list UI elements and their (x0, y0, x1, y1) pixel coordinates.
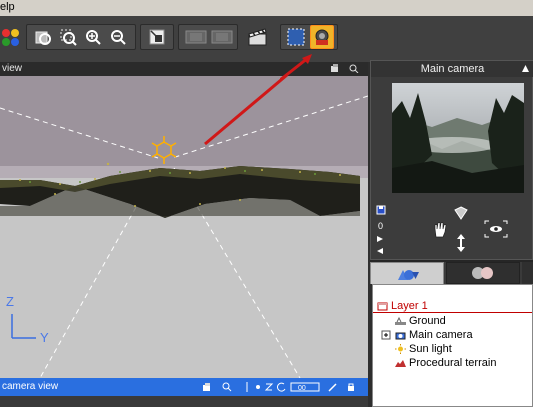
eye-icon[interactable] (484, 220, 508, 238)
viewport-footer: camera view 00 (0, 378, 368, 396)
object-view-icon[interactable] (32, 26, 54, 48)
view-counter: 0 (378, 221, 384, 231)
app-window: elp view Z Y camera view 00 Main camera … (0, 0, 533, 407)
layers-panel: Layer 1 Ground Main camera Sun light Pro… (372, 284, 533, 407)
object-tabs (370, 262, 533, 284)
3d-viewport[interactable]: Z Y (0, 76, 368, 378)
ground-icon (395, 316, 406, 325)
axis-y-label: Y (40, 330, 49, 345)
layer-root-label: Layer 1 (391, 300, 428, 312)
collapse-up-icon[interactable] (521, 64, 530, 73)
save-view-icon[interactable] (376, 205, 386, 215)
film-strip-alt-icon[interactable] (210, 26, 234, 48)
terrain-icon (395, 360, 406, 367)
status-strip (0, 396, 368, 407)
next-view-icon[interactable] (376, 235, 384, 243)
axis-z-label: Z (6, 294, 14, 309)
tab-extra[interactable] (522, 262, 533, 284)
viewport-title: view (2, 63, 23, 74)
film-strip-icon[interactable] (184, 26, 208, 48)
footer-zoom-icon[interactable] (222, 382, 232, 392)
layer-item-label: Procedural terrain (409, 357, 497, 369)
menu-bar: elp (0, 0, 533, 16)
layer-item-label: Ground (409, 315, 446, 327)
pan-icon[interactable] (454, 206, 468, 220)
annotation-arrow-head (280, 54, 312, 82)
clapperboard-icon[interactable] (247, 26, 269, 48)
camera-panel: Main camera 0 (370, 60, 533, 260)
sun-icon (395, 344, 406, 354)
footer-rotate-icon[interactable] (277, 382, 287, 392)
footer-lock-icon[interactable] (346, 382, 356, 392)
dolly-icon[interactable] (455, 233, 467, 253)
footer-dot-icon[interactable] (253, 382, 263, 392)
objects-tab-icon (398, 269, 419, 280)
scene-canvas (0, 76, 368, 378)
toolbar (0, 16, 533, 62)
color-palette-icon[interactable] (0, 26, 22, 48)
materials-tab-icon (472, 267, 493, 279)
render-camera-button[interactable] (310, 25, 334, 49)
layer-item-label: Sun light (409, 343, 452, 355)
camera-title-label: Main camera (420, 63, 485, 75)
layer-item-label: Main camera (409, 329, 473, 341)
footer-frames-icon[interactable]: 00 (290, 382, 320, 392)
tab-objects[interactable] (370, 262, 444, 284)
footer-render-icon[interactable] (202, 382, 212, 392)
hand-icon[interactable] (431, 220, 449, 238)
camera-panel-title: Main camera (371, 61, 533, 77)
layer-root[interactable]: Layer 1 (373, 299, 532, 313)
svg-text:00: 00 (298, 385, 306, 392)
viewport-zoom-icon[interactable] (349, 64, 359, 73)
layer-icon (377, 302, 388, 311)
frame-selection-icon[interactable] (146, 26, 168, 48)
prev-view-icon[interactable] (376, 247, 384, 255)
render-area-icon[interactable] (285, 26, 307, 48)
menu-help[interactable]: elp (0, 1, 15, 13)
footer-wand-icon[interactable] (328, 382, 338, 392)
tab-materials[interactable] (446, 262, 520, 284)
zoom-region-icon[interactable] (57, 26, 79, 48)
footer-z-icon[interactable] (264, 382, 274, 392)
zoom-in-icon[interactable] (82, 26, 104, 48)
zoom-out-icon[interactable] (107, 26, 129, 48)
expand-plus-icon[interactable] (381, 330, 392, 340)
footer-divider-icon (246, 382, 248, 392)
camera-preview-image (392, 83, 524, 193)
camera-view-title: camera view (2, 381, 59, 392)
camera-render-icon (315, 29, 329, 45)
camera-icon (395, 332, 406, 340)
viewport-render-icon[interactable] (330, 64, 340, 73)
